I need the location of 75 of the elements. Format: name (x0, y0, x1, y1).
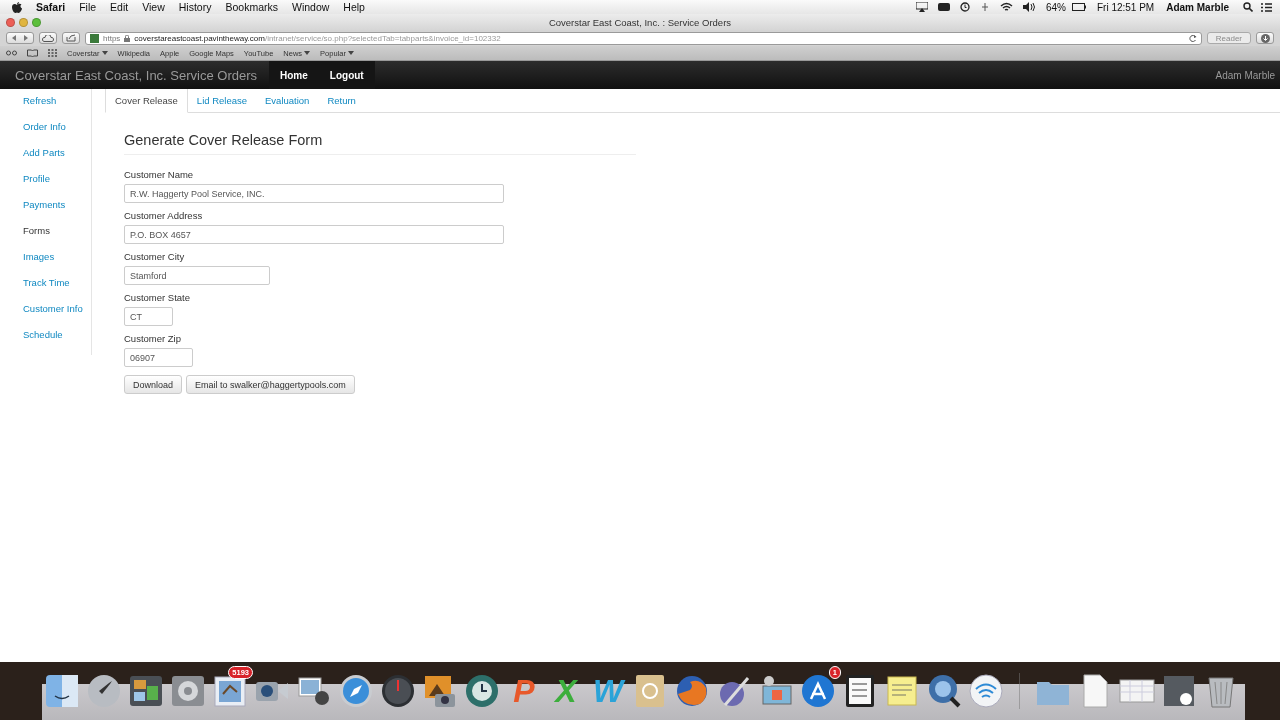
address-field[interactable]: https coverstareastcoast.pavintheway.com/intranet/service/so.php?selectedTab=tabparts&invoice_id=102332 (85, 31, 1202, 45)
apple-icon[interactable] (12, 1, 22, 13)
field-label: Customer Address (124, 210, 204, 221)
glasses-icon[interactable] (6, 50, 17, 56)
menu-item[interactable]: Help (343, 1, 365, 13)
grid-icon[interactable] (48, 49, 57, 57)
app-store-icon[interactable] (799, 672, 837, 710)
tab[interactable]: Cover Release (105, 89, 188, 113)
url-scheme: https (103, 33, 121, 43)
share-icon (66, 34, 76, 42)
downloads-button[interactable] (1256, 32, 1274, 44)
gauge-icon[interactable] (379, 672, 417, 710)
site-icon (90, 33, 99, 43)
caret-icon (304, 51, 311, 55)
url-text: coverstareastcoast.pavintheway.com/intranet/service/so.php?selectedTab=tabparts&invoice_id=102332 (134, 33, 501, 43)
user-name[interactable]: Adam Marble (1166, 1, 1229, 13)
menu-item[interactable]: Window (291, 1, 330, 13)
close-button[interactable] (6, 17, 15, 27)
input-field[interactable]: Stamford (124, 266, 270, 285)
lock-icon (124, 34, 131, 42)
form-title: Generate Cover Release Form (124, 132, 636, 155)
field-label: Customer State (124, 292, 191, 303)
menu-item[interactable]: Safari (36, 1, 66, 13)
sidebar-link[interactable]: Add Parts (0, 147, 91, 173)
sidebar-link[interactable]: Customer Info (0, 303, 91, 329)
back-forward-button[interactable] (6, 32, 34, 44)
field-label: Customer Name (124, 169, 195, 180)
menu-item[interactable]: File (79, 1, 97, 13)
share-button[interactable] (62, 32, 80, 44)
clock-icon[interactable] (959, 2, 970, 12)
sidebar-link[interactable]: Refresh (0, 95, 91, 121)
field-label: Customer City (124, 251, 186, 262)
speaker-icon[interactable] (1022, 2, 1035, 12)
cloud-button[interactable] (39, 32, 57, 44)
sidebar-link[interactable]: Forms (0, 225, 91, 251)
menu-item[interactable]: History (178, 1, 212, 13)
clock-text[interactable]: Fri 12:51 PM (1096, 1, 1155, 13)
window-title: Coverstar East Coast, Inc. : Service Orders (548, 16, 732, 28)
form-button[interactable]: Download (124, 375, 183, 394)
sidebar-link[interactable]: Payments (0, 199, 91, 225)
caret-icon (347, 51, 354, 55)
sidebar-link[interactable]: Track Time (0, 277, 91, 303)
battery-icon[interactable] (1071, 3, 1086, 11)
menu-item[interactable]: Edit (110, 1, 129, 13)
arrows-icon (11, 35, 29, 41)
form-button[interactable]: Email to swalker@haggertypools.com (186, 375, 355, 394)
book-icon[interactable] (27, 49, 38, 57)
list-icon[interactable] (1261, 2, 1272, 12)
input-field[interactable]: P.O. BOX 4657 (124, 225, 504, 244)
user-name: Adam Marble (1215, 69, 1275, 81)
wifi-icon[interactable] (967, 672, 1005, 710)
download-icon (1260, 33, 1270, 43)
menu-item[interactable]: View (142, 1, 165, 13)
site-brand[interactable]: Coverstar East Coast, Inc. Service Orders (15, 67, 258, 83)
sidebar-link[interactable]: Order Info (0, 121, 91, 147)
compass-icon[interactable] (337, 672, 375, 710)
zoom-button[interactable] (32, 17, 41, 27)
sidebar-link[interactable]: Profile (0, 173, 91, 199)
nav-link[interactable]: Logout (318, 61, 375, 89)
cloud-icon (42, 34, 54, 42)
field-label: Customer Zip (124, 333, 182, 344)
nav-link[interactable]: Home (269, 61, 319, 89)
search-icon[interactable] (1243, 2, 1253, 12)
battery-percentage: 64% (1045, 1, 1066, 13)
reload-icon[interactable] (1188, 34, 1197, 42)
wifi-icon[interactable] (999, 2, 1013, 12)
sidebar-link[interactable]: Images (0, 251, 91, 277)
input-field[interactable]: CT (124, 307, 173, 326)
input-field[interactable]: R.W. Haggerty Pool Service, INC. (124, 184, 504, 203)
caret-icon (101, 51, 108, 55)
clock-icon[interactable] (463, 672, 501, 710)
display-icon[interactable] (915, 2, 928, 12)
menu-item[interactable]: Bookmarks (225, 1, 278, 13)
input-field[interactable]: 06907 (124, 348, 193, 367)
sidebar-link[interactable]: Schedule (0, 329, 91, 355)
